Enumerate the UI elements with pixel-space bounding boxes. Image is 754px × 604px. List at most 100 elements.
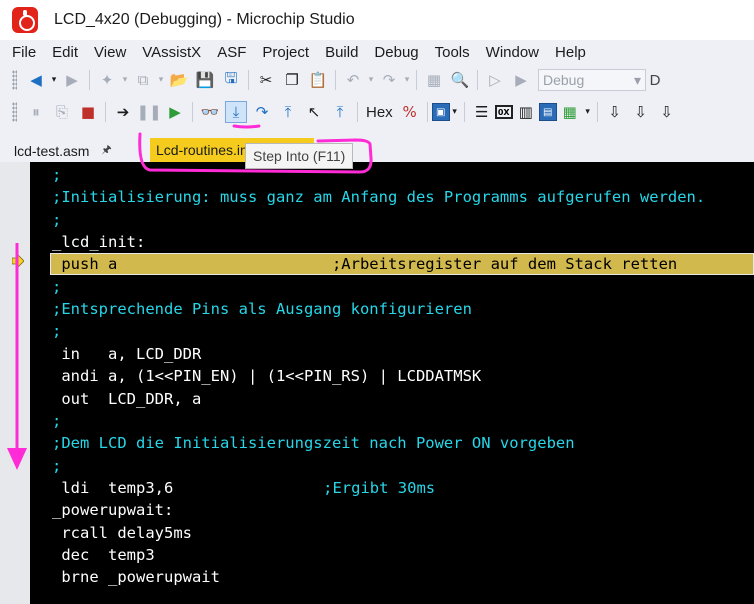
save-icon[interactable]: 💾 xyxy=(194,69,216,91)
new-project-icon[interactable]: ✦ xyxy=(96,69,118,91)
io-view-icon[interactable]: ▤ xyxy=(538,103,557,121)
undo-dropdown-icon[interactable]: ▾ xyxy=(366,69,376,91)
code-line[interactable]: ;Dem LCD die Initialisierungszeit nach P… xyxy=(30,432,754,454)
new-project-dropdown-icon[interactable]: ▾ xyxy=(120,69,130,91)
solution-config-select[interactable]: Debug ▾ xyxy=(538,69,646,91)
toolbar-grip[interactable] xyxy=(12,102,17,122)
navigate-back-icon[interactable]: ◀ xyxy=(25,69,47,91)
code-line[interactable]: rcall delay5ms xyxy=(30,522,754,544)
menu-project[interactable]: Project xyxy=(254,44,317,61)
step-over-icon[interactable]: ↷ xyxy=(251,101,273,123)
code-line[interactable]: andi a, (1<<PIN_EN) | (1<<PIN_RS) | LCDD… xyxy=(30,365,754,387)
step-out-icon[interactable]: ⤒ xyxy=(277,101,299,123)
reset-icon[interactable]: ⤒ xyxy=(329,101,351,123)
program-erase-icon[interactable]: ⇩ xyxy=(630,101,652,123)
menu-tools[interactable]: Tools xyxy=(427,44,478,61)
program-verify-icon[interactable]: ⇩ xyxy=(656,101,678,123)
chevron-down-icon: ▾ xyxy=(633,71,641,88)
menu-build[interactable]: Build xyxy=(317,44,366,61)
code-line-text: dec temp3 xyxy=(52,545,155,564)
stop-debugging-icon[interactable]: ■ xyxy=(77,101,99,123)
open-file-icon[interactable]: 📂 xyxy=(168,69,190,91)
code-line[interactable]: _powerupwait: xyxy=(30,499,754,521)
code-line-text: ; xyxy=(52,210,62,229)
break-all-icon[interactable]: ⏸ xyxy=(25,101,47,123)
code-line[interactable]: ldi temp3,6 ;Ergibt 30ms xyxy=(30,477,754,499)
tab-lcd-test-asm[interactable]: lcd-test.asm 🖈 xyxy=(8,139,134,162)
step-into-tooltip: Step Into (F11) xyxy=(245,143,354,169)
menu-help[interactable]: Help xyxy=(547,44,594,61)
disable-breakpoints-icon[interactable]: % xyxy=(399,101,421,123)
processor-view-dropdown-icon[interactable]: ▾ xyxy=(450,101,460,123)
watch-icon[interactable]: ▦ xyxy=(559,101,581,123)
memory-icon[interactable]: ▥ xyxy=(515,101,537,123)
code-line[interactable]: ; xyxy=(30,320,754,342)
processor-view-icon[interactable]: ▣ xyxy=(431,103,450,121)
program-device-icon[interactable]: ⇩ xyxy=(604,101,626,123)
device-programming-icon[interactable]: ▦ xyxy=(423,69,445,91)
menu-asf[interactable]: ASF xyxy=(209,44,254,61)
find-icon[interactable]: 🔍 xyxy=(449,69,471,91)
copy-icon[interactable]: ❐ xyxy=(281,69,303,91)
start-without-debug-icon[interactable]: ▷ xyxy=(484,69,506,91)
menu-vassistx[interactable]: VAssistX xyxy=(134,44,209,61)
cut-icon[interactable]: ✂ xyxy=(255,69,277,91)
code-line-text: out LCD_DDR, a xyxy=(52,389,202,408)
show-next-statement-icon[interactable]: ➔ xyxy=(112,101,134,123)
undo-icon[interactable]: ↶ xyxy=(342,69,364,91)
code-line-text: rcall delay5ms xyxy=(52,523,192,542)
code-line[interactable]: ;Initialisierung: muss ganz am Anfang de… xyxy=(30,186,754,208)
document-tab-strip: lcd-test.asm 🖈 Lcd-routines.inc xyxy=(0,136,754,162)
code-line[interactable]: ; xyxy=(30,209,754,231)
debug-toolbar: ⏸ ⎘ ■ ➔ ❚❚ ▶ 👓 ⤓ ↷ ⤒ ↖ ⤒ Hex % ▣ ▾ ☰ 0X … xyxy=(0,97,754,127)
pause-icon[interactable]: ❚❚ xyxy=(136,101,161,123)
navigate-forward-icon[interactable]: ▶ xyxy=(61,69,83,91)
menu-debug[interactable]: Debug xyxy=(366,44,426,61)
code-line[interactable]: dec temp3 xyxy=(30,544,754,566)
tab-label: Lcd-routines.inc xyxy=(156,142,255,158)
code-line-text: ldi temp3,6 xyxy=(52,478,174,497)
menu-file[interactable]: File xyxy=(4,44,44,61)
code-line[interactable]: ; xyxy=(30,455,754,477)
current-code-line[interactable]: push a ;Arbeitsregister auf dem Stack re… xyxy=(30,253,754,276)
code-line[interactable]: out LCD_DDR, a xyxy=(30,388,754,410)
add-item-icon[interactable]: ⧉ xyxy=(132,69,154,91)
pin-icon[interactable]: 🖈 xyxy=(101,141,111,160)
redo-icon[interactable]: ↷ xyxy=(378,69,400,91)
tab-label: lcd-test.asm xyxy=(14,142,90,159)
disassembly-icon[interactable]: ☰ xyxy=(471,101,493,123)
attach-icon[interactable]: ⎘ xyxy=(51,101,73,123)
quickwatch-icon[interactable]: 👓 xyxy=(199,101,221,123)
continue-icon[interactable]: ▶ xyxy=(164,101,186,123)
standard-toolbar: ◀ ▾ ▶ ✦ ▾ ⧉ ▾ 📂 💾 🖫 ✂ ❐ 📋 ↶ ▾ ↷ ▾ ▦ 🔍 ▷ … xyxy=(0,65,754,95)
code-line[interactable]: ; xyxy=(30,164,754,186)
code-line-text: ;Entsprechende Pins als Ausgang konfigur… xyxy=(52,300,472,319)
code-line-text: ;Dem LCD die Initialisierungszeit nach P… xyxy=(52,434,575,453)
code-line[interactable]: ; xyxy=(30,276,754,298)
platform-select-overflow[interactable]: D xyxy=(648,69,662,91)
back-dropdown-icon[interactable]: ▾ xyxy=(49,69,59,91)
menu-window[interactable]: Window xyxy=(478,44,547,61)
toolbar-grip[interactable] xyxy=(12,70,17,90)
windows-dropdown-icon[interactable]: ▾ xyxy=(583,101,593,123)
hex-display-button[interactable]: Hex xyxy=(362,104,397,121)
code-line[interactable]: _lcd_init: xyxy=(30,231,754,253)
code-line[interactable]: ;Entsprechende Pins als Ausgang konfigur… xyxy=(30,298,754,320)
code-line-text: ; xyxy=(52,456,62,475)
code-line[interactable]: in a, LCD_DDR xyxy=(30,343,754,365)
indicator-margin[interactable] xyxy=(0,162,30,604)
step-into-icon[interactable]: ⤓ xyxy=(225,101,247,123)
menu-view[interactable]: View xyxy=(86,44,134,61)
save-all-icon[interactable]: 🖫 xyxy=(220,69,242,91)
add-item-dropdown-icon[interactable]: ▾ xyxy=(156,69,166,91)
code-editor[interactable]: ; ;Initialisierung: muss ganz am Anfang d… xyxy=(0,162,754,604)
code-line[interactable]: ; xyxy=(30,410,754,432)
redo-dropdown-icon[interactable]: ▾ xyxy=(402,69,412,91)
code-lines: ; ;Initialisierung: muss ganz am Anfang d… xyxy=(30,162,754,604)
paste-icon[interactable]: 📋 xyxy=(307,69,329,91)
run-to-cursor-icon[interactable]: ↖ xyxy=(303,101,325,123)
code-line[interactable]: brne _powerupwait xyxy=(30,566,754,588)
menu-edit[interactable]: Edit xyxy=(44,44,86,61)
start-debugging-icon[interactable]: ▶ xyxy=(510,69,532,91)
registers-icon[interactable]: 0X xyxy=(494,105,513,119)
